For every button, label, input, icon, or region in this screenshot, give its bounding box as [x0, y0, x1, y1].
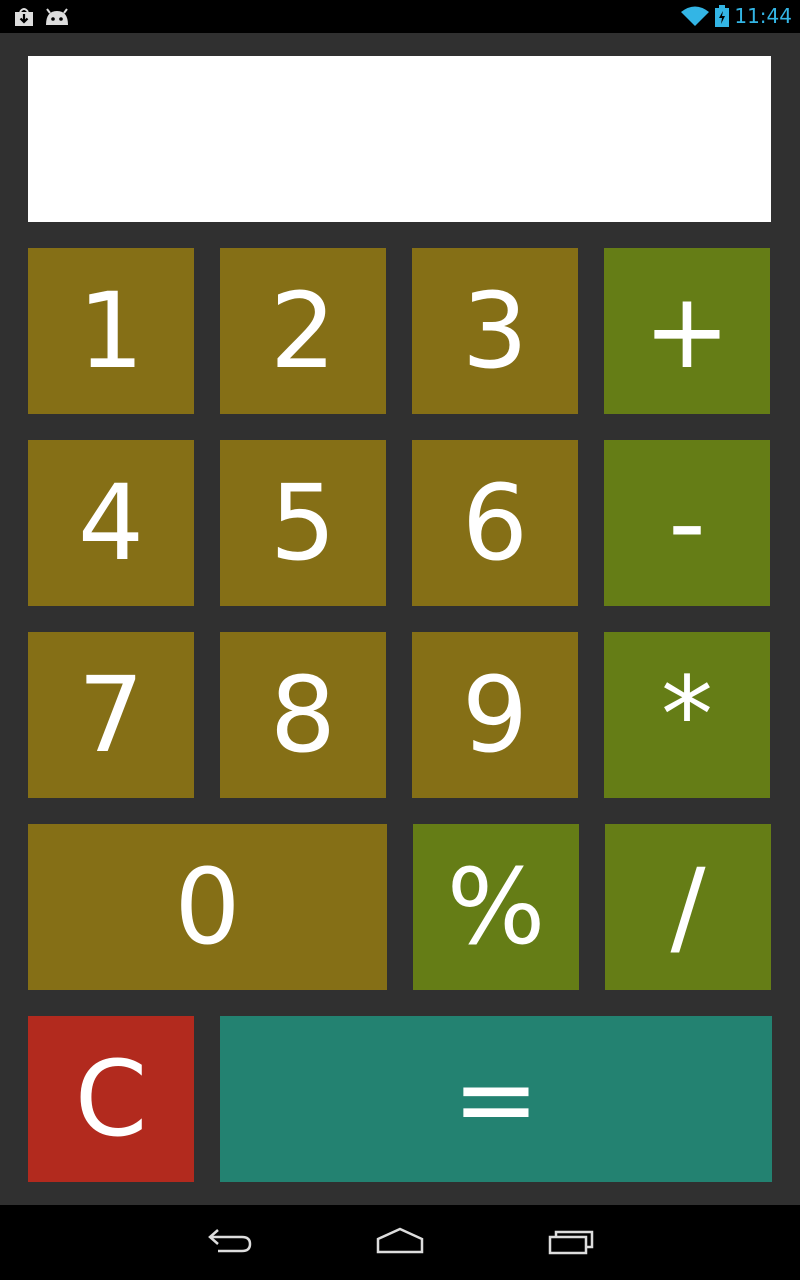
key-5[interactable]: 5 [220, 440, 386, 606]
key-0[interactable]: 0 [28, 824, 387, 990]
wifi-icon [681, 5, 709, 31]
key-multiply-label: * [661, 654, 713, 776]
key-8-label: 8 [269, 654, 337, 776]
key-1[interactable]: 1 [28, 248, 194, 414]
key-plus[interactable]: + [604, 248, 770, 414]
key-4-label: 4 [77, 462, 145, 584]
key-plus-label: + [643, 270, 731, 392]
back-icon [206, 1226, 254, 1260]
key-6-label: 6 [461, 462, 529, 584]
key-9-label: 9 [461, 654, 529, 776]
key-divide[interactable]: / [605, 824, 771, 990]
key-5-label: 5 [269, 462, 337, 584]
key-3-label: 3 [461, 270, 529, 392]
key-9[interactable]: 9 [412, 632, 578, 798]
key-3[interactable]: 3 [412, 248, 578, 414]
android-icon [44, 8, 70, 30]
key-minus[interactable]: - [604, 440, 770, 606]
key-4[interactable]: 4 [28, 440, 194, 606]
calculator-app: 1 2 3 + 4 5 6 - 7 8 9 * 0 % / C = [0, 33, 800, 1205]
key-7[interactable]: 7 [28, 632, 194, 798]
key-percent-label: % [446, 846, 546, 968]
status-bar: 11:44 [0, 0, 800, 33]
key-clear[interactable]: C [28, 1016, 194, 1182]
key-equals[interactable]: = [220, 1016, 772, 1182]
download-icon [12, 6, 36, 32]
key-2[interactable]: 2 [220, 248, 386, 414]
back-button[interactable] [190, 1219, 270, 1267]
key-8[interactable]: 8 [220, 632, 386, 798]
key-minus-label: - [668, 462, 706, 584]
key-clear-label: C [74, 1038, 148, 1160]
status-clock: 11:44 [734, 4, 792, 28]
key-6[interactable]: 6 [412, 440, 578, 606]
home-icon [375, 1227, 425, 1259]
battery-charging-icon [715, 5, 729, 31]
key-2-label: 2 [269, 270, 337, 392]
home-button[interactable] [360, 1219, 440, 1267]
result-display [28, 56, 771, 222]
key-1-label: 1 [77, 270, 145, 392]
recent-apps-icon [548, 1227, 596, 1259]
key-equals-label: = [452, 1038, 540, 1160]
key-multiply[interactable]: * [604, 632, 770, 798]
key-divide-label: / [670, 846, 706, 968]
recent-apps-button[interactable] [532, 1219, 612, 1267]
key-0-label: 0 [174, 846, 241, 968]
navigation-bar [0, 1205, 800, 1280]
key-percent[interactable]: % [413, 824, 579, 990]
key-7-label: 7 [77, 654, 145, 776]
